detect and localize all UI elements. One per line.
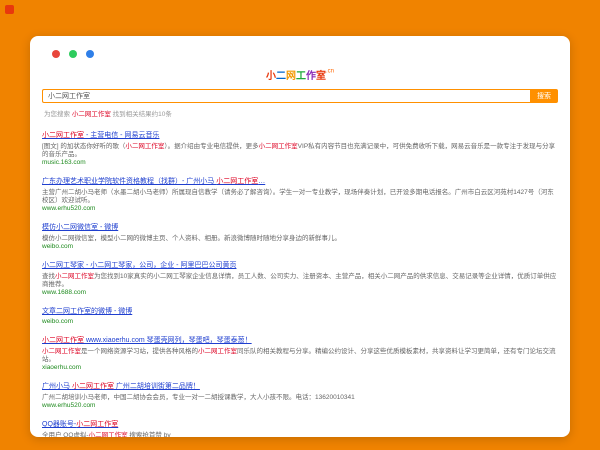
result-description: 查找小二网工作室为您找到10家真实的小二网工琴家企业信息详情，员工人数、公司实力… bbox=[42, 273, 557, 288]
page-content: 搜索 为您搜索 小二网工作室 找到相关结果约10条 小二网工作室 - 主营电信 … bbox=[30, 84, 570, 437]
result-title-link[interactable]: 文章二网工作室的微博 - 微博 bbox=[42, 307, 132, 316]
result-description: 模仿小二网微信室，模型小二网的微博主页、个人资料、相册。新浪微博随时随地分享身边… bbox=[42, 235, 341, 242]
results-list: 小二网工作室 - 主营电信 - 网易云音乐 [图文] 的加状态你好听的歌（小二网… bbox=[42, 124, 558, 437]
top-search-button[interactable]: 搜索 bbox=[530, 89, 558, 103]
window-close-dot[interactable] bbox=[52, 50, 60, 58]
result-title-link[interactable]: 小二网工作室 - 主营电信 - 网易云音乐 bbox=[42, 131, 159, 140]
result-title-link[interactable]: 小二网工琴家 - 小二网工琴家，公司，企业 - 阿里巴巴公司黄页 bbox=[42, 261, 236, 270]
window-titlebar bbox=[30, 36, 570, 58]
browser-window: 小二网工作室.cn 搜索 为您搜索 小二网工作室 找到相关结果约10条 小二网工… bbox=[30, 36, 570, 437]
result-description: 广州二胡培训小马老师，中国二胡协会会员，专业一对一二胡授课教学，大人小孩不限。电… bbox=[42, 394, 355, 401]
result-title-link[interactable]: 广州小马 小二网工作室 广州二胡培训街第二品牌！ bbox=[42, 382, 200, 391]
logo-text: 小二网工作室 bbox=[265, 71, 326, 82]
result-title-link[interactable]: QQ器账号-小二网工作室 bbox=[42, 420, 118, 429]
stats-keyword: 小二网工作室 bbox=[71, 111, 111, 118]
result-url: weibo.com bbox=[42, 243, 74, 250]
search-result-item: 广州小马 小二网工作室 广州二胡培训街第二品牌！ 广州二胡培训小马老师，中国二胡… bbox=[42, 375, 558, 410]
search-result-item: 小二网工作室 - 主营电信 - 网易云音乐 [图文] 的加状态你好听的歌（小二网… bbox=[42, 124, 558, 167]
result-url: www.erhu520.com bbox=[42, 402, 96, 409]
desktop-corner-mark bbox=[5, 5, 14, 14]
window-maximize-dot[interactable] bbox=[86, 50, 94, 58]
search-result-item: 小二网工作室 www.xiaoerhu.com 琴蛋壳网列，琴蛋吧，琴蛋泰葱！ … bbox=[42, 329, 558, 372]
result-title-link[interactable]: 广东办理艺术职业学院软件资格教程（找群）- 广州小马 小二网工作室… bbox=[42, 177, 265, 186]
logo-suffix: .cn bbox=[325, 68, 334, 75]
search-result-item: 文章二网工作室的微博 - 微博 weibo.com bbox=[42, 300, 558, 326]
result-url: www.erhu520.com bbox=[42, 205, 96, 212]
stats-suffix: 找到相关结果约10条 bbox=[110, 111, 172, 118]
top-search-input[interactable] bbox=[42, 89, 530, 103]
result-url: weibo.com bbox=[42, 318, 74, 325]
result-stats: 为您搜索 小二网工作室 找到相关结果约10条 bbox=[44, 108, 556, 118]
result-url: www.1688.com bbox=[42, 289, 87, 296]
result-title-link[interactable]: 模仿小二网微信室 - 微博 bbox=[42, 223, 118, 232]
result-description: 小二网工作室是一个网络资源学习站，提供各种风格的小二网工作室同乐队的相关教程与分… bbox=[42, 348, 556, 363]
search-result-item: 模仿小二网微信室 - 微博 模仿小二网微信室，模型小二网的微博主页、个人资料、相… bbox=[42, 216, 558, 251]
stats-prefix: 为您搜索 bbox=[44, 111, 72, 118]
result-description: 全用户 QQ虚拟-小二网工作室 搜索抢首赞 by bbox=[42, 432, 171, 437]
result-title-link[interactable]: 小二网工作室 www.xiaoerhu.com 琴蛋壳网列，琴蛋吧，琴蛋泰葱！ bbox=[42, 336, 252, 345]
result-url: music.163.com bbox=[42, 159, 86, 166]
search-result-item: 广东办理艺术职业学院软件资格教程（找群）- 广州小马 小二网工作室… 主营广州二… bbox=[42, 170, 558, 213]
search-result-item: QQ器账号-小二网工作室 全用户 QQ虚拟-小二网工作室 搜索抢首赞 by sh… bbox=[42, 413, 558, 437]
result-description: 主营广州二胡小马老师（水墨二胡小马老师）所属现自信教学（请务必了解咨询）。学生一… bbox=[42, 189, 554, 204]
logo-row: 小二网工作室.cn bbox=[30, 66, 570, 84]
search-result-item: 小二网工琴家 - 小二网工琴家，公司，企业 - 阿里巴巴公司黄页 查找小二网工作… bbox=[42, 254, 558, 297]
result-description: [图文] 的加状态你好听的歌（小二网工作室）。据介绍由专业电信提供，更多小二网工… bbox=[42, 143, 556, 158]
top-search-bar: 搜索 bbox=[42, 89, 558, 103]
result-url: xiaoerhu.com bbox=[42, 364, 82, 371]
window-minimize-dot[interactable] bbox=[69, 50, 77, 58]
